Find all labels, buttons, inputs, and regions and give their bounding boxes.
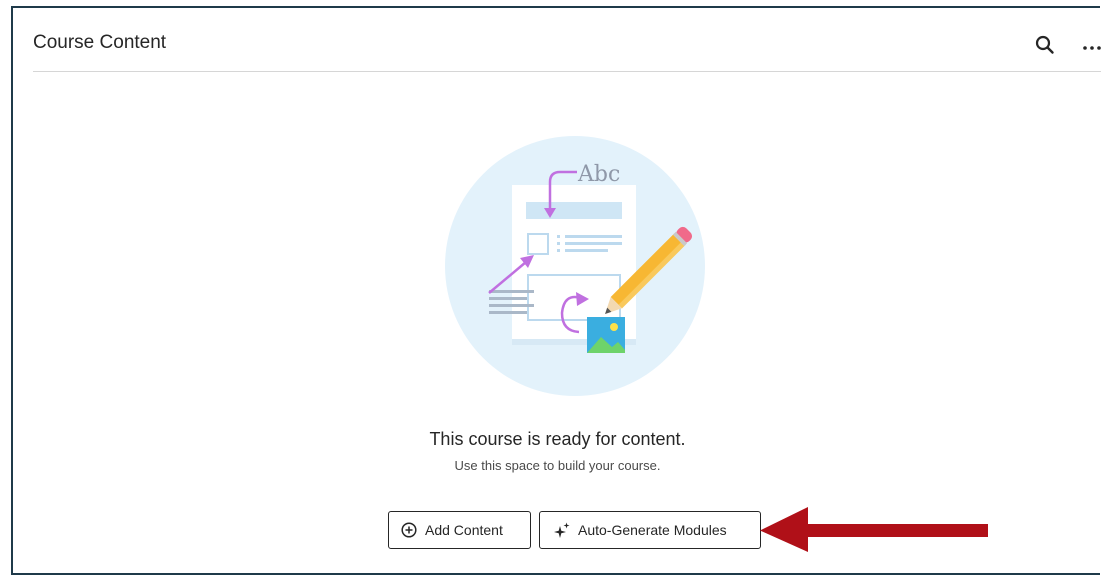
search-icon bbox=[1035, 35, 1054, 54]
page-title: Course Content bbox=[33, 32, 167, 53]
empty-state-title: This course is ready for content. bbox=[429, 429, 686, 449]
auto-generate-label: Auto-Generate Modules bbox=[578, 522, 727, 538]
empty-state-subtitle: Use this space to build your course. bbox=[454, 458, 661, 473]
course-content-panel: Course Content Abc This course is ready … bbox=[11, 6, 1101, 575]
search-button[interactable] bbox=[1034, 34, 1056, 56]
more-options-icon bbox=[1083, 46, 1101, 50]
abc-label: Abc bbox=[577, 162, 620, 187]
plus-circle-icon bbox=[401, 522, 417, 538]
more-options-button[interactable] bbox=[1082, 36, 1101, 56]
panel-header: Course Content bbox=[33, 8, 1101, 72]
auto-generate-modules-button[interactable]: Auto-Generate Modules bbox=[539, 511, 761, 549]
sparkle-icon bbox=[554, 522, 570, 538]
add-content-label: Add Content bbox=[425, 522, 503, 538]
empty-course-illustration: Abc bbox=[445, 136, 705, 396]
annotation-arrow bbox=[760, 507, 988, 552]
add-content-button[interactable]: Add Content bbox=[388, 511, 531, 549]
